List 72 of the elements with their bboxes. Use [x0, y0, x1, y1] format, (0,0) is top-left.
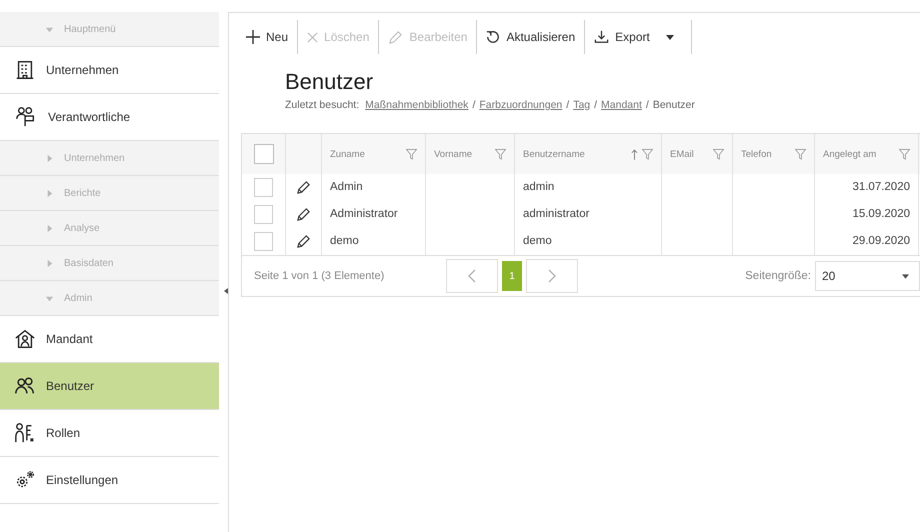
chevron-left-icon [468, 269, 476, 283]
column-header[interactable]: Vorname [426, 134, 515, 174]
filter-icon[interactable] [795, 148, 806, 160]
caret-right-icon [45, 258, 54, 268]
table-cell: Administrator [330, 208, 398, 220]
checkbox[interactable] [254, 205, 273, 224]
building-icon [14, 59, 36, 81]
table-cell: 15.09.2020 [852, 208, 910, 220]
filter-icon[interactable] [495, 148, 506, 160]
column-header[interactable]: Telefon [733, 134, 815, 174]
page-title: Benutzer [285, 69, 374, 95]
table-cell: 31.07.2020 [852, 181, 910, 193]
pencil-icon[interactable] [296, 180, 311, 195]
breadcrumb-separator: / [594, 99, 598, 111]
next-page-button[interactable] [526, 259, 578, 293]
caret-right-icon [45, 154, 54, 162]
caret-down-icon [45, 24, 54, 34]
checkbox[interactable] [254, 232, 273, 251]
menu-group[interactable]: Hauptmenü [0, 12, 219, 47]
column-header[interactable]: Angelegt am [815, 134, 919, 174]
menu-group[interactable]: Analyse [0, 211, 219, 246]
pager-summary: Seite 1 von 1 (3 Elemente) [254, 270, 386, 282]
table-cell: 29.09.2020 [852, 235, 910, 247]
toolbar-button[interactable]: Aktualisieren [477, 20, 586, 54]
menu-group[interactable]: Unternehmen [0, 141, 219, 176]
breadcrumb-label: Zuletzt besucht: [285, 99, 360, 111]
filter-icon[interactable] [406, 148, 417, 160]
close-icon [307, 32, 318, 42]
breadcrumb-separator: / [646, 99, 649, 111]
checkbox[interactable] [254, 178, 273, 197]
page-size-select[interactable]: 20 [815, 261, 920, 291]
menu-group[interactable]: Basisdaten [0, 246, 219, 281]
menu-group[interactable]: Berichte [0, 176, 219, 211]
page-size-label: Seitengröße: [745, 270, 811, 282]
table-cell: admin [523, 181, 554, 193]
download-icon [594, 30, 610, 44]
menu-item[interactable]: Benutzer [0, 363, 219, 410]
roles-icon [14, 422, 36, 444]
menu-group[interactable]: Admin [0, 281, 219, 316]
breadcrumb-current: Benutzer [652, 99, 695, 111]
pencil-icon[interactable] [296, 234, 311, 249]
previous-page-button[interactable] [446, 259, 498, 293]
breadcrumb-separator: / [472, 99, 476, 111]
column-header[interactable]: EMail [662, 134, 733, 174]
column-header[interactable]: Benutzername [515, 134, 662, 174]
table-cell: demo [523, 235, 552, 247]
chevron-right-icon [548, 269, 556, 283]
table-cell: demo [330, 235, 359, 247]
caret-down-icon [45, 294, 54, 302]
filter-icon[interactable] [899, 148, 910, 160]
plus-icon [246, 30, 260, 44]
toolbar-button[interactable]: Neu [237, 20, 298, 54]
breadcrumb-separator: / [566, 99, 570, 111]
table-cell: Admin [330, 181, 363, 193]
caret-down-icon [902, 274, 909, 278]
table-cell: administrator [523, 208, 590, 220]
filter-icon[interactable] [642, 148, 653, 160]
caret-right-icon [45, 188, 54, 198]
house-person-icon [14, 328, 36, 350]
toolbar-button[interactable]: Export [585, 20, 692, 54]
page-number-button[interactable]: 1 [502, 261, 522, 291]
pencil-icon [388, 30, 404, 44]
checkbox[interactable] [254, 144, 274, 164]
caret-right-icon [45, 224, 54, 232]
refresh-icon [486, 30, 500, 44]
breadcrumb-link[interactable]: Mandant [601, 99, 642, 111]
column-header[interactable]: Zuname [322, 134, 426, 174]
breadcrumb-link[interactable]: Maßnahmenbibliothek [365, 99, 468, 111]
breadcrumb-link[interactable]: Farbzuordnungen [479, 99, 562, 111]
breadcrumb-link[interactable]: Tag [573, 99, 590, 111]
pencil-icon[interactable] [296, 207, 311, 222]
filter-icon[interactable] [713, 148, 724, 160]
